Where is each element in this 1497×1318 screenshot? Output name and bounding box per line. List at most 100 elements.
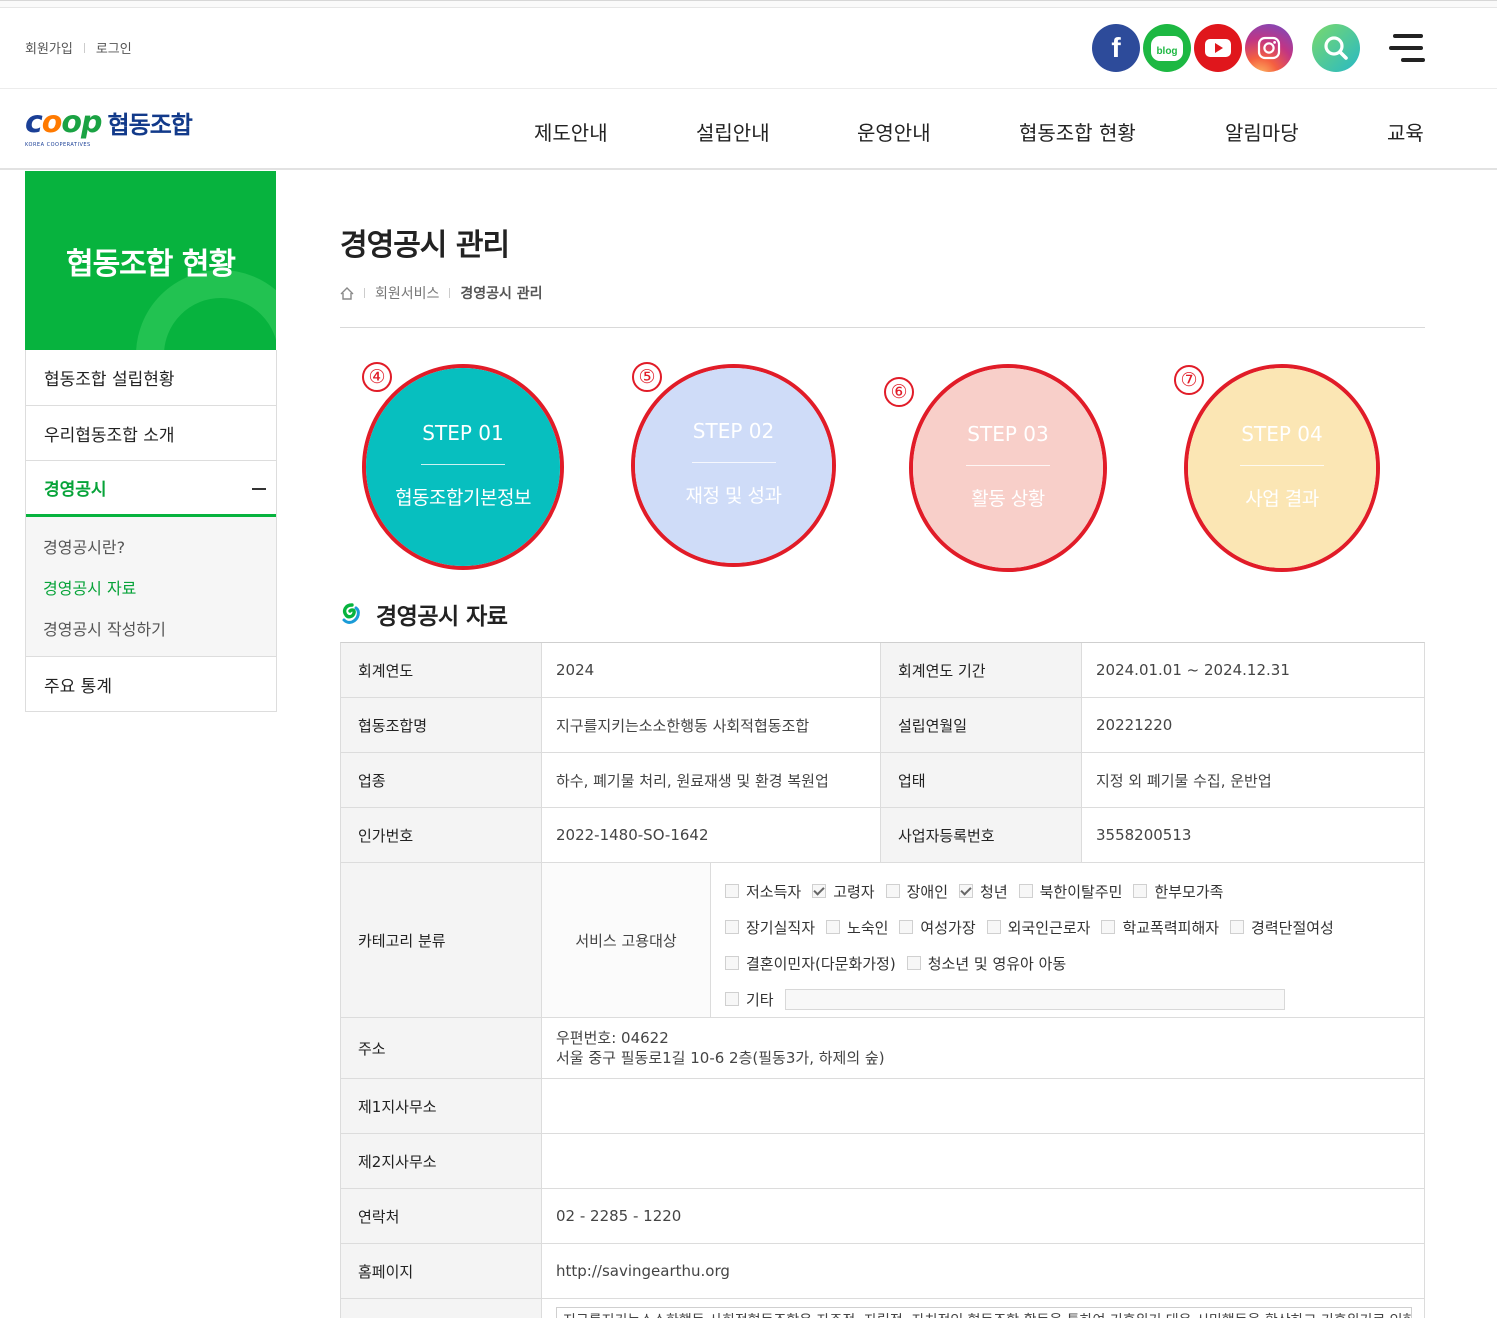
checkbox-box[interactable]	[1230, 920, 1245, 934]
checkbox-label: 청소년 및 영유아 아동	[927, 954, 1067, 973]
table-header: 인가번호	[341, 808, 542, 862]
sidebar-sub-what[interactable]: 경영공시란?	[26, 525, 276, 566]
checkbox-box[interactable]	[986, 920, 1001, 934]
table-cell	[542, 1079, 1424, 1133]
site-logo[interactable]: coop KOREA COOPERATIVES 협동조합	[25, 105, 193, 148]
checkbox-low-income[interactable]: 저소득자	[725, 881, 801, 902]
sidebar-item-establish-status[interactable]: 협동조합 설립현황	[26, 350, 276, 405]
sidebar-item-our-coop[interactable]: 우리협동조합 소개	[26, 405, 276, 460]
table-cell-address: 우편번호: 04622 서울 중구 필동로1길 10-6 2층(필동3가, 하제…	[542, 1018, 1424, 1078]
sidebar-item-disclosure[interactable]: 경영공시	[26, 460, 276, 517]
checkbox-box[interactable]	[1133, 884, 1148, 898]
checkbox-box[interactable]	[725, 992, 739, 1006]
sidebar-sub-write[interactable]: 경영공시 작성하기	[26, 607, 276, 648]
checkbox-box[interactable]	[725, 920, 739, 934]
step-02-button[interactable]: STEP 02 재정 및 성과	[631, 364, 836, 567]
checkbox-box[interactable]	[1018, 884, 1033, 898]
table-row: 지구를지키는소소한행동 사회적협동조합은 자주적, 자립적, 자치적인 협동조합…	[341, 1299, 1424, 1318]
table-row: 회계연도 2024 회계연도 기간 2024.01.01 ~ 2024.12.3…	[341, 643, 1424, 698]
checkbox-defector[interactable]: 북한이탈주민	[1018, 881, 1123, 902]
gnb-item-notice[interactable]: 알림마당	[1225, 117, 1299, 146]
checkbox-row: 저소득자 고령자 장애인 청년 북한이탈주민 한부모가족	[725, 873, 1424, 909]
facebook-icon[interactable]: f	[1092, 24, 1140, 72]
step-divider	[1240, 464, 1324, 466]
checkbox-box[interactable]	[885, 884, 900, 898]
checkbox-label: 저소득자	[746, 882, 802, 901]
checkbox-etc[interactable]: 기타	[725, 989, 774, 1010]
gnb-item-system[interactable]: 제도안내	[534, 117, 608, 146]
checkbox-box[interactable]	[906, 956, 921, 970]
annotation-mark-7: ⑦	[1174, 365, 1204, 395]
table-header: 협동조합명	[341, 698, 542, 752]
home-icon[interactable]	[340, 286, 354, 300]
table-row: 제2지사무소	[341, 1134, 1424, 1189]
sidebar-sub-data[interactable]: 경영공시 자료	[26, 566, 276, 607]
divider	[449, 288, 451, 298]
join-link[interactable]: 회원가입	[25, 38, 73, 57]
blog-icon[interactable]: blog	[1143, 24, 1191, 72]
table-cell: 2022-1480-SO-1642	[542, 808, 881, 862]
collapse-minus-icon[interactable]	[252, 488, 266, 490]
table-cell: 지구를지키는소소한행동 사회적협동조합은 자주적, 자립적, 자치적인 협동조합…	[542, 1299, 1424, 1318]
checkbox-box[interactable]	[812, 884, 827, 898]
sidebar-item-statistics[interactable]: 주요 통계	[26, 656, 276, 711]
checkbox-row: 장기실직자 노숙인 여성가장 외국인근로자 학교폭력피해자 경력단절여성	[725, 909, 1424, 945]
coop-leaf-icon	[342, 603, 360, 624]
gnb-item-status[interactable]: 협동조합 현황	[1019, 117, 1136, 146]
step-03-inner: STEP 03 활동 상황	[913, 368, 1103, 568]
page-title: 경영공시 관리	[340, 228, 510, 263]
table-cell	[542, 1134, 1424, 1188]
checkbox-disabled[interactable]: 장애인	[885, 881, 948, 902]
checkbox-children[interactable]: 청소년 및 영유아 아동	[906, 953, 1067, 974]
checkbox-female-head[interactable]: 여성가장	[899, 917, 976, 938]
checkbox-youth[interactable]: 청년	[959, 881, 1008, 902]
sidebar-item-label: 경영공시	[44, 480, 107, 500]
disclosure-table: 회계연도 2024 회계연도 기간 2024.01.01 ~ 2024.12.3…	[340, 642, 1425, 1318]
table-header: 설립연월일	[881, 698, 1082, 752]
checkbox-box[interactable]	[725, 956, 739, 970]
checkbox-box[interactable]	[959, 884, 974, 898]
table-header: 제2지사무소	[341, 1134, 542, 1188]
sidebar-title: 협동조합 현황	[65, 247, 236, 282]
login-link[interactable]: 로그인	[96, 38, 132, 57]
gnb-item-establish[interactable]: 설립안내	[696, 117, 770, 146]
checkbox-career-break[interactable]: 경력단절여성	[1230, 917, 1334, 938]
logo-korean: 협동조합	[107, 111, 193, 139]
step-divider	[421, 463, 505, 465]
table-cell: 3558200513	[1096, 826, 1192, 844]
instagram-icon[interactable]	[1245, 24, 1293, 72]
step-04-button[interactable]: STEP 04 사업 결과	[1184, 364, 1380, 572]
step-number: STEP 02	[692, 419, 775, 443]
checkbox-box[interactable]	[899, 920, 914, 934]
checkbox-homeless[interactable]: 노숙인	[826, 917, 888, 938]
checkbox-school-violence[interactable]: 학교폭력피해자	[1101, 917, 1219, 938]
homepage-link[interactable]: http://savingearthu.org	[542, 1244, 1424, 1298]
annotation-mark-4: ④	[362, 362, 392, 392]
search-icon[interactable]	[1312, 24, 1360, 72]
checkbox-label: 장기실직자	[746, 918, 816, 937]
step-03-button[interactable]: STEP 03 활동 상황	[909, 364, 1107, 572]
step-01-button[interactable]: STEP 01 협동조합기본정보	[362, 364, 564, 570]
checkbox-single-parent[interactable]: 한부모가족	[1133, 881, 1223, 902]
checkbox-marriage-immigrant[interactable]: 결혼이민자(다문화가정)	[725, 953, 896, 974]
top-border	[0, 0, 1497, 8]
checkbox-box[interactable]	[826, 920, 841, 934]
breadcrumb-item[interactable]: 회원서비스	[375, 283, 439, 303]
checkbox-label: 외국인근로자	[1007, 918, 1091, 937]
checkbox-box[interactable]	[1101, 920, 1116, 934]
facebook-glyph: f	[1111, 32, 1121, 63]
gnb-item-operation[interactable]: 운영안내	[857, 117, 931, 146]
etc-input[interactable]	[784, 988, 1285, 1010]
breadcrumb: 회원서비스 경영공시 관리	[340, 283, 543, 303]
checkbox-box[interactable]	[725, 884, 739, 898]
checkbox-elderly[interactable]: 고령자	[812, 881, 875, 902]
menu-icon[interactable]	[1389, 32, 1427, 64]
checkbox-long-unemployed[interactable]: 장기실직자	[725, 917, 815, 938]
intro-textarea[interactable]: 지구를지키는소소한행동 사회적협동조합은 자주적, 자립적, 자치적인 협동조합…	[556, 1307, 1412, 1318]
table-row-category: 카테고리 분류 서비스 고용대상 저소득자 고령자 장애인 청년 북한이탈주민 …	[341, 863, 1424, 1018]
table-subheader: 서비스 고용대상	[542, 863, 711, 1017]
youtube-icon[interactable]	[1194, 24, 1242, 72]
gnb-item-education[interactable]: 교육	[1387, 117, 1424, 146]
checkbox-foreign-worker[interactable]: 외국인근로자	[986, 917, 1091, 938]
checkbox-label: 북한이탈주민	[1039, 882, 1123, 901]
